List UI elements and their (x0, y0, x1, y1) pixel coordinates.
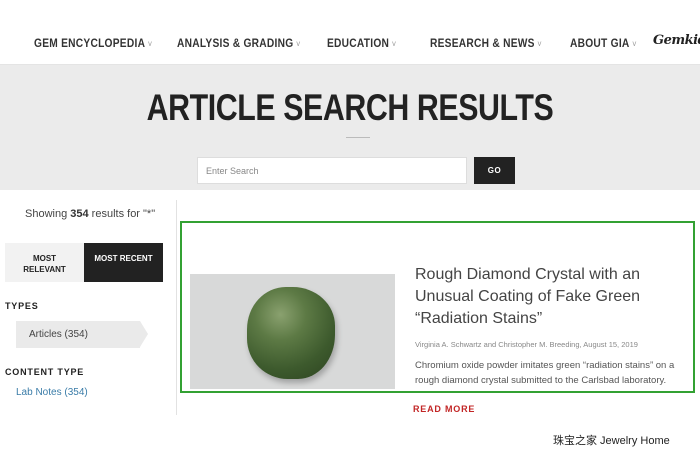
search-go-button[interactable]: GO (474, 157, 515, 184)
chevron-down-icon: ˅ (147, 39, 153, 49)
nav-label: EDUCATION (327, 36, 390, 50)
top-navigation: GEM ENCYCLOPEDIA ˅ ANALYSIS & GRADING ˅ ED… (0, 0, 700, 65)
page-title: ARTICLE SEARCH RESULTS (146, 87, 554, 128)
read-more-link[interactable]: READ MORE (413, 404, 475, 414)
nav-analysis-grading[interactable]: ANALYSIS & GRADING ˅ (177, 36, 301, 50)
chevron-down-icon: ˅ (391, 39, 397, 49)
chevron-down-icon: ˅ (295, 39, 301, 49)
green-diamond-crystal-image (247, 287, 335, 379)
nav-label: ABOUT GIA (570, 36, 630, 50)
nav-education[interactable]: EDUCATION ˅ (327, 36, 396, 50)
result-meta: Virginia A. Schwartz and Christopher M. … (415, 340, 638, 349)
nav-label: RESEARCH & NEWS (430, 36, 535, 50)
results-number: 354 (70, 208, 89, 220)
chevron-down-icon: ˅ (537, 39, 542, 49)
sort-label: MOST (32, 254, 57, 263)
title-divider (346, 137, 370, 138)
types-heading: TYPES (5, 301, 39, 311)
results-middle: results for (88, 208, 144, 220)
nav-research-news[interactable]: RESEARCH & NEWS ˅ (430, 36, 542, 50)
sort-most-recent-button[interactable]: MOST RECENT (84, 243, 163, 282)
watermark: 珠宝之家 Jewelry Home (553, 435, 670, 447)
facet-articles[interactable]: Articles (354) (16, 321, 148, 348)
result-description: Chromium oxide powder imitates green “ra… (415, 360, 675, 386)
search-input[interactable] (197, 157, 467, 184)
result-thumbnail[interactable] (190, 274, 395, 389)
column-divider (176, 200, 177, 415)
results-count: Showing 354 results for "*" (25, 208, 155, 220)
nav-gem-encyclopedia[interactable]: GEM ENCYCLOPEDIA ˅ (34, 36, 152, 50)
chevron-down-icon: ˅ (632, 39, 637, 49)
gemkids-logo[interactable]: Gemkids (653, 33, 700, 48)
facet-lab-notes-link[interactable]: Lab Notes (354) (16, 387, 88, 398)
nav-about-gia[interactable]: ABOUT GIA ˅ (570, 36, 637, 50)
content-type-heading: CONTENT TYPE (5, 367, 85, 377)
search-result-card: Rough Diamond Crystal with an Unusual Co… (180, 221, 695, 393)
results-query: "*" (143, 208, 156, 220)
sort-toggle: MOST RELEVANT MOST RECENT (5, 243, 163, 282)
results-prefix: Showing (25, 208, 71, 220)
hero-banner: ARTICLE SEARCH RESULTS GO (0, 65, 700, 190)
result-title-link[interactable]: Rough Diamond Crystal with an Unusual Co… (415, 264, 685, 330)
sort-most-relevant-button[interactable]: MOST RELEVANT (5, 243, 84, 282)
nav-label: GEM ENCYCLOPEDIA (34, 36, 146, 50)
sort-label: RELEVANT (23, 265, 66, 274)
nav-label: ANALYSIS & GRADING (177, 36, 294, 50)
